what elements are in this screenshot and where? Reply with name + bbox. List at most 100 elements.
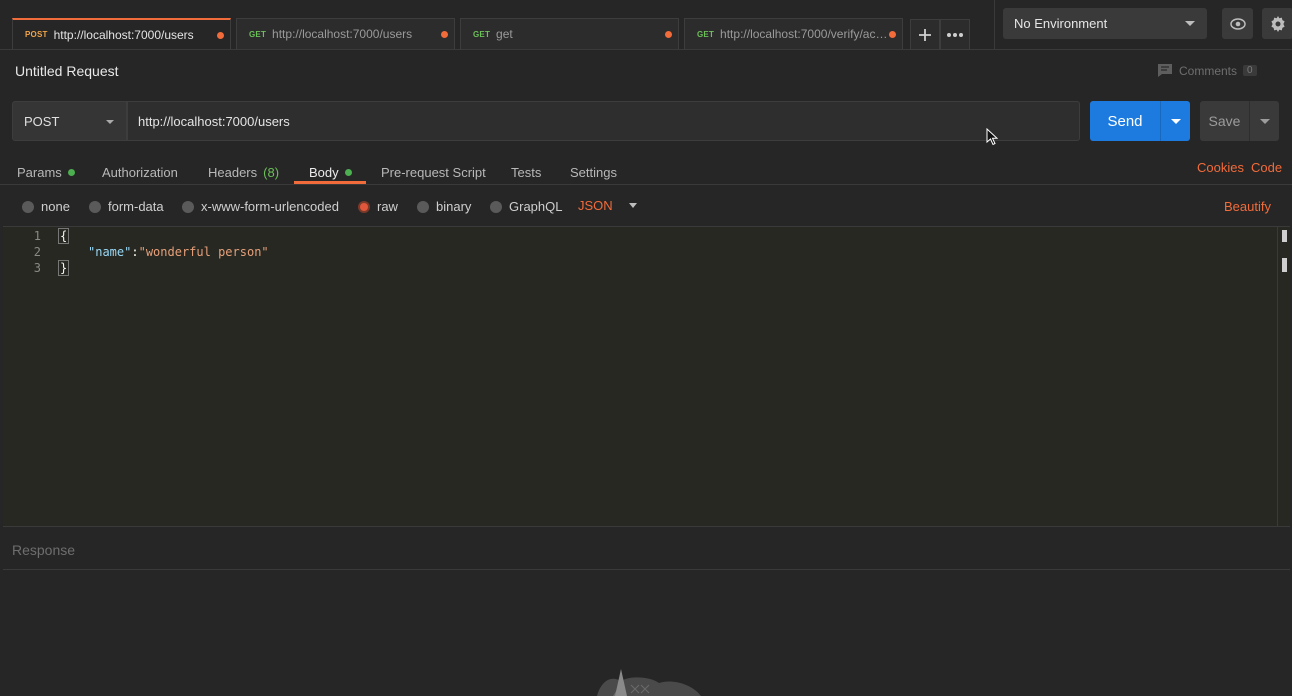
request-name[interactable]: Untitled Request [15,63,119,79]
body-editor[interactable]: 1 2 3 { "name":"wonderful person" } [3,226,1290,527]
tab-method: POST [25,30,48,39]
manage-environments-button[interactable] [1262,8,1292,39]
comments-button[interactable]: Comments 0 [1157,63,1257,78]
request-tab-2[interactable]: GET http://localhost:7000/users [236,18,455,49]
tab-url: http://localhost:7000/users [272,27,413,41]
tab-label: Tests [511,164,542,180]
code-line-3: } [58,260,70,276]
tab-options-button[interactable] [940,19,970,50]
radio-label: raw [377,199,398,214]
line-number: 1 [33,229,41,243]
language-select-value: JSON [578,198,613,213]
beautify-link[interactable]: Beautify [1224,199,1271,214]
rocket-illustration-icon [597,669,701,696]
radio-label: x-www-form-urlencoded [201,199,339,214]
environment-select[interactable]: No Environment [1003,8,1207,39]
close-brace: } [58,260,70,276]
radio-none[interactable]: none [22,199,70,214]
tab-label: Body [309,164,339,180]
response-title: Response [12,542,76,558]
save-button[interactable]: Save [1200,101,1249,141]
chevron-down-icon [106,120,114,124]
response-header: Response [3,528,1290,570]
request-config-tabs: Params Authorization Headers (8) Body Pr… [0,152,1292,185]
tab-label: Authorization [102,164,178,180]
cookies-link[interactable]: Cookies [1197,160,1244,175]
code-link[interactable]: Code [1251,160,1282,175]
json-value: "wonderful person" [138,245,269,259]
tab-method: GET [473,29,491,39]
tab-authorization[interactable]: Authorization [102,160,178,184]
body-type-row: none form-data x-www-form-urlencoded raw… [0,186,1292,226]
tab-method: GET [249,29,267,39]
tab-settings[interactable]: Settings [570,160,617,184]
radio-x-www-form-urlencoded[interactable]: x-www-form-urlencoded [182,199,339,214]
tab-headers[interactable]: Headers (8) [208,160,279,184]
tab-method: GET [697,29,715,39]
send-button[interactable]: Send [1090,101,1160,141]
environment-select-value: No Environment [1014,16,1108,31]
url-input[interactable]: http://localhost:7000/users [127,101,1080,141]
save-options-button[interactable] [1249,101,1279,141]
comments-count-badge: 0 [1243,65,1257,76]
tab-url: http://localhost:7000/verify/acc... [720,27,891,41]
active-tab-indicator [294,181,366,184]
radio-binary[interactable]: binary [417,199,471,214]
line-number: 2 [33,245,41,259]
scrollbar-marker [1282,258,1287,272]
tab-label: Pre-request Script [381,164,486,180]
status-dot-icon [344,168,352,176]
request-name-row: Untitled Request Comments 0 [0,51,1292,89]
radio-raw[interactable]: raw [358,199,398,214]
gear-icon [1270,15,1285,32]
tab-label: Headers [208,164,258,180]
code-line-1: { [58,228,70,244]
chevron-down-icon [628,203,637,208]
unsaved-dot-icon [217,32,224,39]
line-number: 3 [33,261,41,275]
method-select[interactable]: POST [12,101,127,141]
radio-label: binary [436,199,472,214]
postman-window: POST http://localhost:7000/users GET htt… [0,0,1292,696]
comments-label: Comments [1179,63,1238,78]
tab-tests[interactable]: Tests [511,160,541,184]
new-tab-button[interactable] [910,19,940,50]
request-tab-strip: POST http://localhost:7000/users GET htt… [0,0,994,50]
radio-circle [490,200,502,213]
mouse-cursor-icon [986,128,998,146]
radio-label: form-data [108,199,164,214]
environment-quick-look-button[interactable] [1222,8,1253,39]
radio-circle [182,200,194,213]
json-colon: : [131,245,139,259]
environment-area: No Environment [994,0,1292,50]
request-tab-3[interactable]: GET get [460,18,679,49]
radio-circle [22,200,34,213]
radio-label: GraphQL [509,199,563,214]
more-horizontal-icon [947,32,963,37]
tab-url: http://localhost:7000/users [53,27,194,42]
radio-label: none [41,199,70,214]
open-brace: { [58,228,70,244]
tab-pre-request-script[interactable]: Pre-request Script [381,160,486,184]
send-options-button[interactable] [1160,101,1190,141]
radio-circle [417,200,429,213]
unsaved-dot-icon [889,31,896,38]
radio-graphql[interactable]: GraphQL [490,199,562,214]
method-select-value: POST [24,113,60,129]
unsaved-dot-icon [665,31,672,38]
request-tab-1[interactable]: POST http://localhost:7000/users [12,18,231,49]
radio-circle [358,200,370,213]
tab-params[interactable]: Params [17,160,75,184]
scrollbar-marker [1282,230,1287,242]
tab-label: Params [17,164,62,180]
headers-count: (8) [263,164,280,180]
radio-form-data[interactable]: form-data [89,199,164,214]
language-select[interactable]: JSON [578,198,637,213]
editor-scrollbar[interactable] [1277,227,1289,526]
tab-url: get [496,27,513,41]
json-key: "name" [88,245,132,259]
radio-circle [89,200,101,213]
response-panel [3,571,1290,696]
unsaved-dot-icon [441,31,448,38]
request-tab-4[interactable]: GET http://localhost:7000/verify/acc... [684,18,903,49]
